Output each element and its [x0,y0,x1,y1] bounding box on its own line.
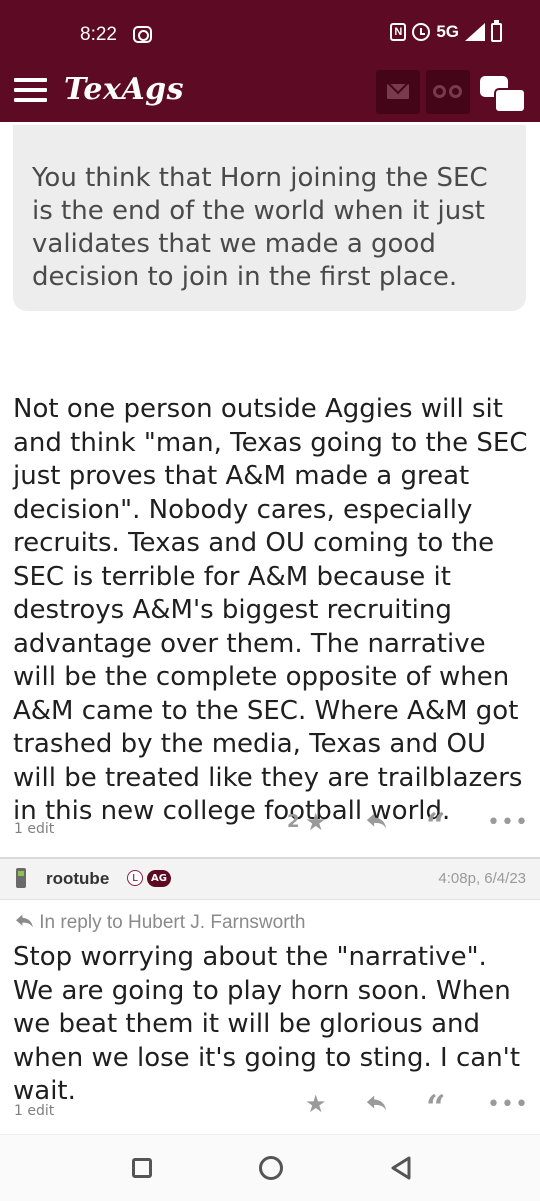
reply-post-body: Stop worrying about the "narrative". We … [13,942,521,1106]
chat-icon[interactable] [480,74,526,114]
edit-note[interactable]: 1 edit [14,1103,54,1119]
battery-icon [491,19,502,42]
reply-reference[interactable]: In reply to Hubert J. Farnsworth [14,912,305,934]
signal-icon [465,23,485,41]
more-icon[interactable]: ••• [487,810,529,835]
recents-icon[interactable] [132,1158,152,1178]
reply-reference-text: In reply to Hubert J. Farnsworth [39,912,306,933]
alarm-icon [412,23,431,41]
more-icon[interactable]: ••• [487,1092,529,1117]
status-icons: N 5G [390,19,502,42]
reply-icon[interactable] [365,1093,387,1113]
reply-icon[interactable] [365,811,387,831]
clock: 8:22 [80,24,117,45]
edit-note[interactable]: 1 edit [14,821,54,837]
menu-icon[interactable] [14,78,47,103]
app-header: TexAgs [0,62,540,122]
site-logo[interactable]: TexAgs [64,72,184,107]
star-icon[interactable]: ★ [305,1090,327,1118]
watch-button[interactable] [426,70,470,114]
quoted-post: You think that Horn joining the SEC is t… [13,125,526,311]
badge-ag: AG [147,870,171,887]
star-count: 2 [287,811,300,832]
nfc-icon: N [390,23,407,41]
messages-button[interactable] [376,70,420,114]
status-bar: 8:22 N 5G [0,0,540,62]
network-label: 5G [436,22,459,41]
reply-post-actions: 1 edit ★ “ ••• [0,1088,540,1130]
screen-record-icon [133,26,152,43]
quoted-text: You think that Horn joining the SEC is t… [32,163,488,292]
quote-icon[interactable]: “ [426,806,446,846]
system-nav-bar [0,1134,540,1201]
star-icon[interactable]: ★ [305,808,327,836]
quote-icon[interactable]: “ [426,1088,446,1128]
badge-l: L [127,870,143,886]
home-icon[interactable] [259,1156,283,1180]
mobile-phone-icon [16,868,26,888]
post-actions: 1 edit 2 ★ “ ••• [0,806,540,848]
post-body: Not one person outside Aggies will sit a… [13,394,528,826]
reply-arrow-icon [16,914,33,928]
back-icon[interactable] [389,1155,413,1181]
post-author-row: rootube L AG 4:08p, 6/4/23 [0,857,540,900]
mail-icon [387,84,409,99]
username[interactable]: rootube [46,869,109,889]
post-timestamp[interactable]: 4:08p, 6/4/23 [438,870,526,887]
